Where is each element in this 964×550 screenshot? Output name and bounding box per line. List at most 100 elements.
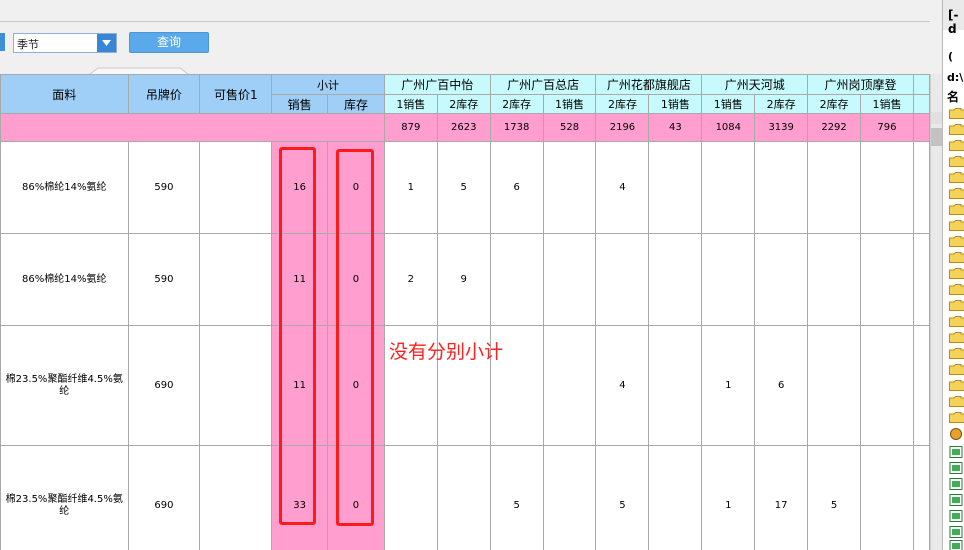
col-header-subtotal[interactable]: 小计 (271, 74, 385, 95)
col-header-stock[interactable]: 库存 (327, 94, 385, 114)
summary-cell: 43 (648, 113, 703, 142)
document-icon[interactable] (949, 478, 964, 490)
folder-icon[interactable] (949, 220, 964, 231)
col-header-store-5[interactable]: 广州岗顶摩登 (807, 74, 914, 95)
folder-icon[interactable] (949, 284, 964, 295)
data-grid: 面料 吊牌价 可售价1 小计 广州广百中怡 广州广百总店 广州花都旗舰店 广州天… (0, 74, 930, 550)
file-browser-panel: [-d ( d:\ 名 (942, 0, 964, 550)
folder-icon[interactable] (949, 332, 964, 343)
store-cell: 1 (383, 141, 438, 234)
store-cell (912, 141, 930, 234)
file-browser-tab[interactable]: ( (948, 50, 953, 63)
subtotal-sales-cell: 11 (271, 233, 329, 326)
store-cell (542, 445, 597, 550)
scrollbar-thumb[interactable] (931, 128, 942, 146)
document-icon[interactable] (949, 526, 964, 538)
col-subheader[interactable]: 1销售 (860, 94, 914, 114)
store-cell (701, 141, 756, 234)
folder-icon[interactable] (949, 204, 964, 215)
col-subheader[interactable]: 1销售 (542, 94, 597, 114)
store-cell (648, 325, 703, 446)
document-icon[interactable] (949, 540, 964, 550)
col-subheader[interactable]: 2库存 (807, 94, 862, 114)
document-icon[interactable] (949, 494, 964, 506)
folder-icon[interactable] (949, 380, 964, 391)
table-row[interactable]: 棉23.5%聚酯纤维4.5%氨纶 690 33 0 5 5 1 17 5 (0, 445, 930, 550)
document-icon[interactable] (949, 446, 964, 458)
col-header-sales[interactable]: 销售 (271, 94, 329, 114)
subtotal-stock-cell: 0 (327, 325, 385, 446)
store-cell (912, 445, 930, 550)
col-subheader[interactable]: 1销售 (701, 94, 756, 114)
col-subheader[interactable]: 2库存 (489, 94, 544, 114)
annotation-note: 没有分别小计 (389, 341, 504, 363)
folder-icon[interactable] (949, 140, 964, 151)
folder-icon[interactable] (949, 172, 964, 183)
store-cell (860, 233, 914, 326)
col-header-fabric[interactable]: 面料 (0, 74, 129, 114)
scroll-up-button[interactable] (931, 112, 942, 124)
folder-icon[interactable] (949, 396, 964, 407)
store-cell: 1 (701, 325, 756, 446)
folder-icon[interactable] (949, 300, 964, 311)
col-header-store-1[interactable]: 广州广百中怡 (383, 74, 491, 95)
summary-cell: 879 (383, 113, 438, 142)
col-header-tag-price[interactable]: 吊牌价 (127, 74, 201, 114)
query-button[interactable]: 查询 (129, 32, 209, 53)
store-cell: 4 (595, 141, 650, 234)
col-subheader-overflow (912, 94, 930, 114)
table-row[interactable]: 86%棉纶14%氨纶 590 16 0 1 5 6 4 (0, 141, 930, 234)
col-header-sale-price[interactable]: 可售价1 (199, 74, 273, 114)
store-cell: 1 (701, 445, 756, 550)
subtotal-stock-cell: 0 (327, 445, 385, 550)
col-subheader[interactable]: 1销售 (383, 94, 438, 114)
col-subheader[interactable]: 2库存 (436, 94, 491, 114)
season-select[interactable]: 季节 (13, 33, 117, 53)
store-cell (648, 141, 703, 234)
folder-icon[interactable] (949, 316, 964, 327)
col-header-store-2[interactable]: 广州广百总店 (489, 74, 597, 95)
col-header-store-3[interactable]: 广州花都旗舰店 (595, 74, 703, 95)
document-icon[interactable] (949, 462, 964, 474)
store-cell: 6 (489, 141, 544, 234)
col-header-overflow (912, 74, 930, 95)
report-table: 面料 吊牌价 可售价1 小计 广州广百中怡 广州广百总店 广州花都旗舰店 广州天… (0, 74, 930, 550)
folder-icon[interactable] (949, 108, 964, 119)
folder-icon[interactable] (949, 124, 964, 135)
col-subheader[interactable]: 1销售 (648, 94, 703, 114)
col-subheader[interactable]: 2库存 (595, 94, 650, 114)
store-cell (542, 325, 597, 446)
summary-cell: 1084 (701, 113, 756, 142)
subtotal-stock-cell: 0 (327, 233, 385, 326)
folder-icon[interactable] (949, 188, 964, 199)
table-row[interactable]: 86%棉纶14%氨纶 590 11 0 2 9 (0, 233, 930, 326)
folder-icon[interactable] (949, 252, 964, 263)
store-cell (648, 445, 703, 550)
file-browser-name-column[interactable]: 名 (947, 88, 959, 105)
folder-icon[interactable] (949, 364, 964, 375)
folder-icon[interactable] (949, 348, 964, 359)
dropdown-arrow-icon[interactable] (97, 34, 116, 52)
summary-cell: 796 (860, 113, 914, 142)
folder-icon[interactable] (949, 412, 964, 423)
store-cell: 17 (754, 445, 809, 550)
summary-cell: 2623 (436, 113, 491, 142)
folder-icon[interactable] (949, 236, 964, 247)
store-cell (807, 233, 862, 326)
summary-cell: 2196 (595, 113, 650, 142)
store-cell (860, 141, 914, 234)
fabric-cell: 棉23.5%聚酯纤维4.5%氨纶 (0, 445, 129, 550)
folder-icon[interactable] (949, 268, 964, 279)
toolbar-divider (0, 21, 930, 22)
summary-cell (912, 113, 930, 142)
sale-price-cell (199, 445, 273, 550)
col-header-store-4[interactable]: 广州天河城 (701, 74, 809, 95)
store-cell (701, 233, 756, 326)
program-icon[interactable] (949, 428, 964, 440)
summary-cell: 2292 (807, 113, 862, 142)
col-subheader[interactable]: 2库存 (754, 94, 809, 114)
document-icon[interactable] (949, 510, 964, 522)
left-toolbar-control[interactable] (0, 33, 5, 51)
store-cell: 5 (807, 445, 862, 550)
folder-icon[interactable] (949, 156, 964, 167)
